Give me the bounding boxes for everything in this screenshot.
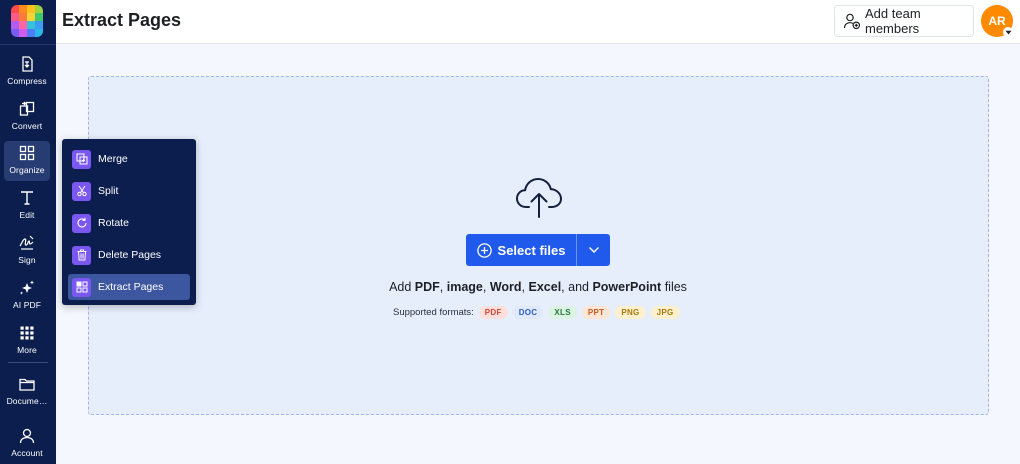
type-powerpoint: PowerPoint — [592, 280, 662, 294]
menu-item-extract-pages[interactable]: Extract Pages — [68, 274, 190, 300]
menu-item-label: Delete Pages — [98, 249, 162, 261]
user-icon — [18, 427, 36, 445]
trash-icon — [72, 245, 91, 265]
sidebar-item-label: Edit — [19, 210, 35, 220]
type-excel: Excel — [528, 280, 562, 294]
organize-menu: Merge Split Rotate Delete Pages Extract … — [62, 139, 196, 305]
sparkle-icon — [18, 279, 36, 297]
format-badge-pdf: PDF — [478, 305, 508, 319]
sidebar-item-organize[interactable]: Organize — [4, 141, 50, 181]
supported-types-text: Add PDF, image, Word, Excel, and PowerPo… — [300, 280, 776, 294]
menu-item-label: Merge — [98, 153, 128, 165]
select-files-button[interactable]: Select files — [466, 234, 577, 266]
select-files-label: Select files — [497, 242, 566, 258]
sidebar-item-label: Docume… — [6, 396, 48, 406]
menu-item-label: Extract Pages — [98, 281, 164, 293]
supported-formats: Supported formats: PDF DOC XLS PPT PNG J… — [393, 305, 685, 319]
sidebar-item-edit[interactable]: Edit — [4, 186, 50, 226]
type-word: Word — [489, 280, 522, 294]
merge-icon — [72, 149, 91, 169]
convert-icon — [18, 100, 36, 118]
sidebar-item-label: AI PDF — [13, 300, 41, 310]
separator: , — [439, 280, 447, 294]
folder-icon — [18, 375, 36, 393]
sidebar: Compress Convert Organize Edit Sign AI P… — [0, 0, 56, 464]
separator: , — [521, 280, 529, 294]
sidebar-item-label: Compress — [7, 76, 47, 86]
sidebar-item-convert[interactable]: Convert — [4, 97, 50, 137]
sidebar-divider — [0, 44, 56, 45]
sidebar-item-label: Organize — [9, 165, 45, 175]
menu-item-label: Split — [98, 185, 119, 197]
rotate-icon — [72, 213, 91, 233]
sidebar-item-ai-pdf[interactable]: AI PDF — [4, 276, 50, 316]
menu-item-label: Rotate — [98, 217, 129, 229]
compress-icon — [18, 55, 36, 73]
sidebar-item-label: Sign — [18, 255, 36, 265]
chevron-down-icon — [588, 246, 599, 254]
menu-item-delete-pages[interactable]: Delete Pages — [68, 242, 190, 268]
cloud-upload-icon — [514, 176, 564, 220]
sidebar-item-label: Account — [11, 448, 43, 458]
sidebar-item-more[interactable]: More — [4, 321, 50, 361]
sidebar-item-label: More — [17, 345, 37, 355]
dots-grid-icon — [18, 324, 36, 342]
menu-item-merge[interactable]: Merge — [68, 146, 190, 172]
sidebar-item-documents[interactable]: Docume… — [4, 372, 50, 412]
add-team-members-label: Add team members — [865, 6, 921, 36]
sidebar-item-label: Convert — [11, 121, 43, 131]
type-image: image — [446, 280, 483, 294]
format-badge-jpg: JPG — [650, 305, 680, 319]
menu-item-rotate[interactable]: Rotate — [68, 210, 190, 236]
format-badge-ppt: PPT — [581, 305, 611, 319]
sidebar-item-account[interactable]: Account — [4, 424, 50, 464]
extract-icon — [72, 277, 91, 297]
app-logo[interactable] — [11, 5, 43, 37]
chevron-down-icon[interactable] — [1003, 27, 1013, 37]
add-prefix: Add — [389, 280, 415, 294]
menu-item-split[interactable]: Split — [68, 178, 190, 204]
text-edit-icon — [18, 189, 36, 207]
scissors-icon — [72, 181, 91, 201]
sidebar-divider — [8, 362, 48, 363]
format-badge-png: PNG — [615, 305, 646, 319]
type-pdf: PDF — [414, 280, 440, 294]
signature-icon — [18, 234, 36, 252]
add-team-members-button[interactable]: Add team members — [834, 5, 974, 37]
format-badge-xls: XLS — [548, 305, 577, 319]
add-user-icon — [843, 12, 861, 30]
top-bar: Extract Pages Add team members AR — [56, 0, 1020, 44]
page-title: Extract Pages — [62, 10, 182, 30]
sidebar-item-compress[interactable]: Compress — [4, 52, 50, 92]
separator: , and — [561, 280, 593, 294]
add-suffix: files — [661, 280, 687, 294]
sidebar-item-sign[interactable]: Sign — [4, 231, 50, 271]
grid-icon — [18, 144, 36, 162]
select-files-button-group: Select files — [466, 234, 610, 266]
formats-label: Supported formats: — [393, 306, 474, 318]
separator: , — [482, 280, 490, 294]
plus-circle-icon — [476, 242, 492, 258]
select-source-dropdown[interactable] — [577, 234, 610, 266]
format-badge-doc: DOC — [512, 305, 544, 319]
